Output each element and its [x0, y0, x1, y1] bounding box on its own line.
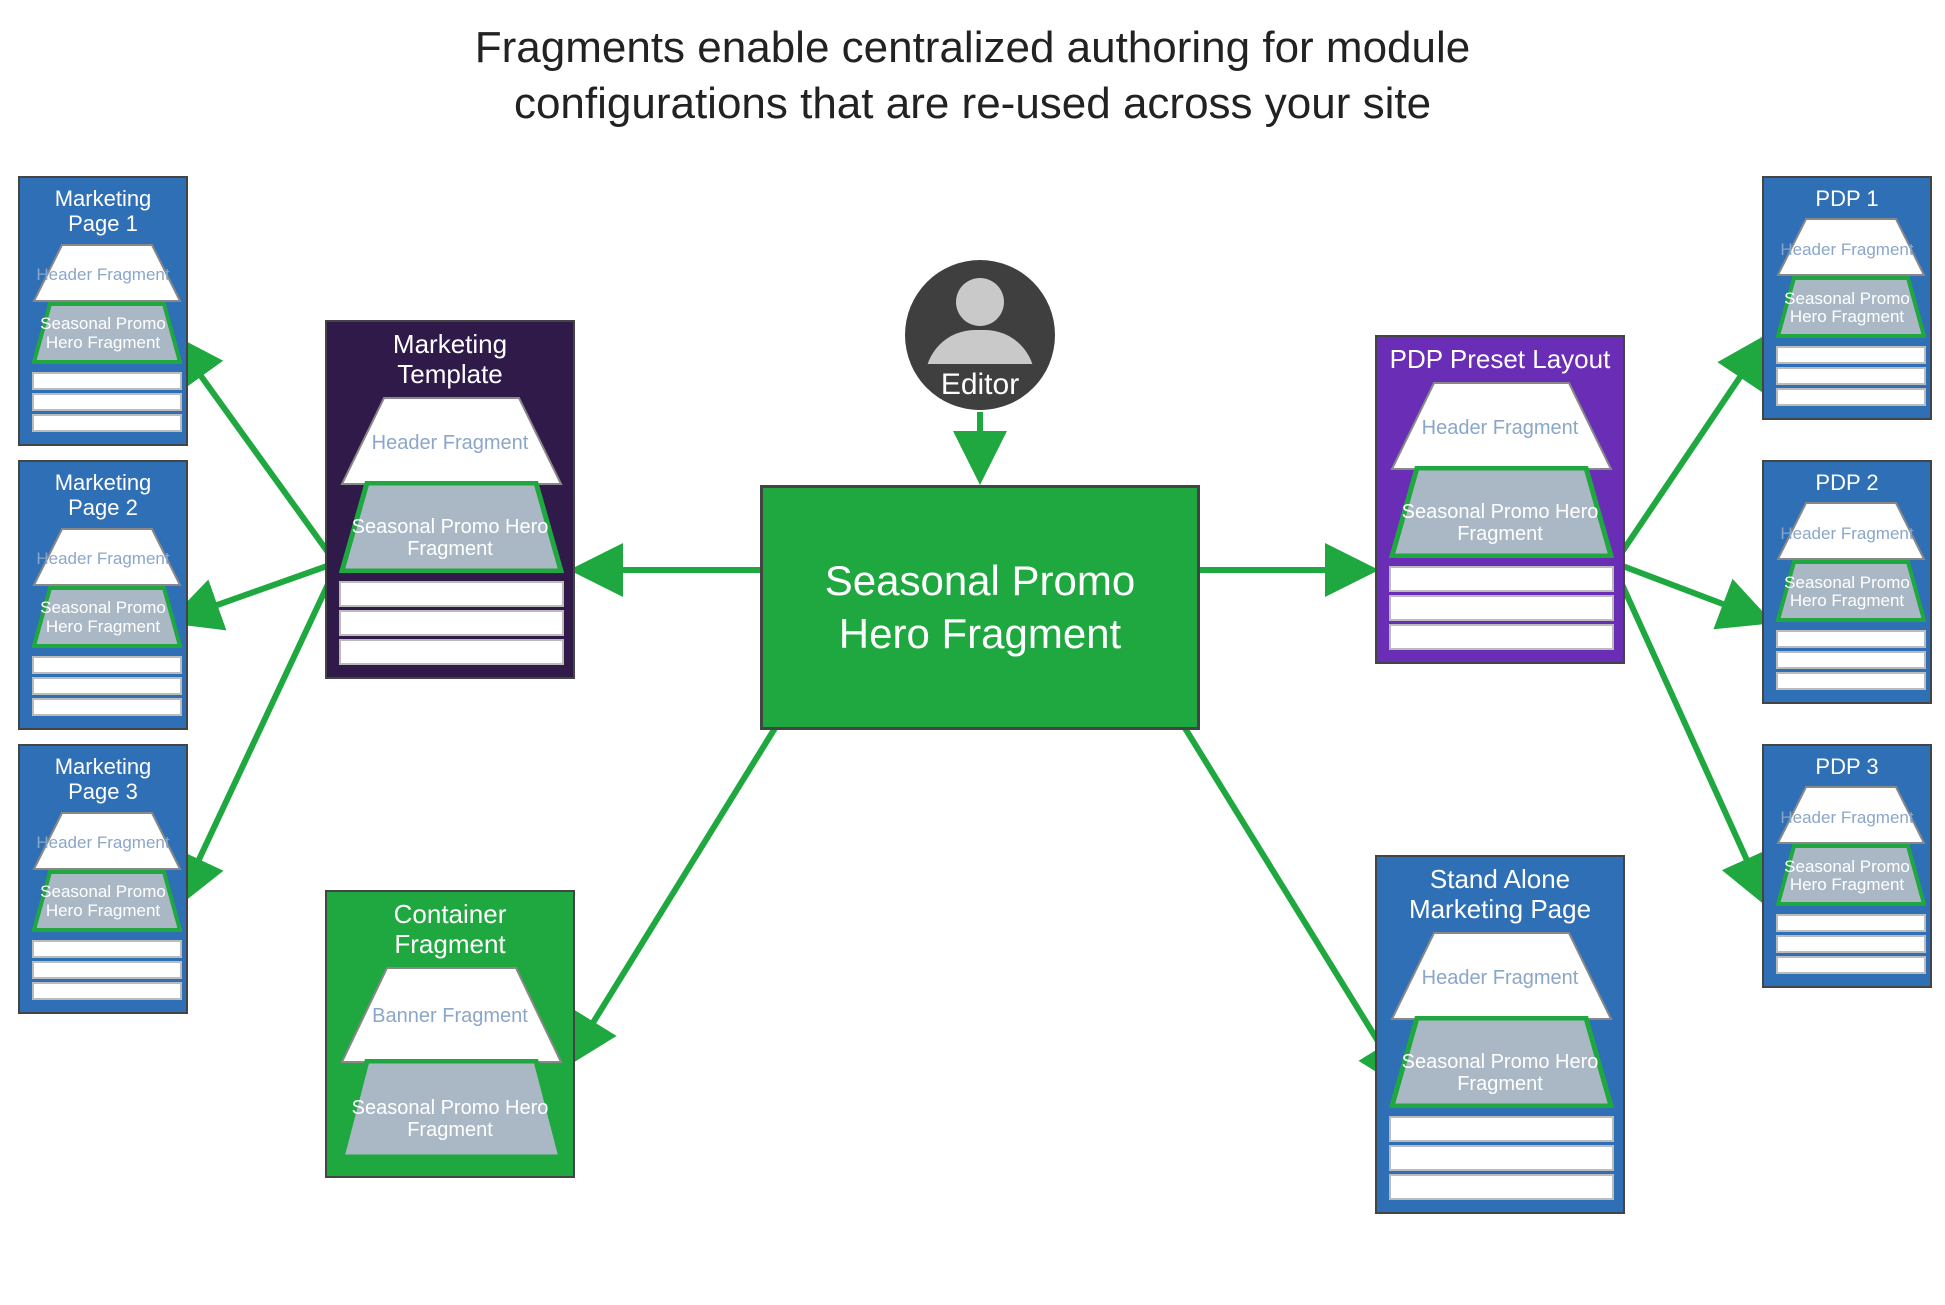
central-fragment-card: Seasonal Promo Hero Fragment	[760, 485, 1200, 730]
marketing-page-3: Marketing Page 3 Header Fragment Seasona…	[18, 744, 188, 1014]
card-title: PDP Preset Layout	[1389, 345, 1611, 375]
marketing-template: MarketingTemplate Header Fragment Season…	[325, 320, 575, 679]
pdp-page-2: PDP 2 Header Fragment Seasonal Promo Her…	[1762, 460, 1932, 704]
fragment-label: Seasonal Promo Hero Fragment	[32, 883, 174, 920]
editor-icon: Editor	[905, 260, 1055, 410]
card-title: PDP 1	[1776, 186, 1918, 211]
header-fragment: Header Fragment	[1776, 785, 1918, 850]
promo-fragment: Seasonal Promo Hero Fragment	[339, 481, 561, 578]
fragment-label: Header Fragment	[339, 432, 561, 454]
header-fragment: Header Fragment	[1776, 501, 1918, 566]
diagram-canvas: Fragments enable centralized authoring f…	[0, 0, 1945, 1305]
fragment-label: Header Fragment	[1389, 417, 1611, 439]
promo-fragment: Seasonal Promo Hero Fragment	[1776, 560, 1918, 627]
card-title: Marketing Page 3	[32, 754, 174, 805]
header-fragment: Header Fragment	[32, 811, 174, 876]
fragment-label: Seasonal Promo Hero Fragment	[1776, 858, 1918, 895]
header-fragment: Header Fragment	[32, 243, 174, 308]
fragment-label: Header Fragment	[32, 834, 174, 853]
card-title: MarketingTemplate	[339, 330, 561, 390]
header-fragment: Header Fragment	[339, 396, 561, 491]
fragment-label: Seasonal Promo Hero Fragment	[32, 599, 174, 636]
promo-fragment: Seasonal Promo Hero Fragment	[1776, 844, 1918, 911]
central-fragment-line1: Seasonal Promo	[825, 557, 1136, 604]
promo-fragment: Seasonal Promo Hero Fragment	[32, 870, 174, 937]
user-icon: Editor	[905, 260, 1055, 410]
pdp-preset-layout: PDP Preset Layout Header Fragment Season…	[1375, 335, 1625, 664]
card-title: Marketing Page 1	[32, 186, 174, 237]
fragment-label: Banner Fragment	[339, 1005, 561, 1027]
card-title: Marketing Page 2	[32, 470, 174, 521]
fragment-label: Header Fragment	[32, 550, 174, 569]
fragment-label: Seasonal Promo Hero Fragment	[1776, 574, 1918, 611]
header-fragment: Header Fragment	[1776, 217, 1918, 282]
promo-fragment: Seasonal Promo Hero Fragment	[339, 1059, 561, 1164]
fragment-label: Seasonal Promo Hero Fragment	[339, 1097, 561, 1141]
fragment-label: Header Fragment	[1776, 809, 1918, 828]
card-title: PDP 3	[1776, 754, 1918, 779]
fragment-label: Header Fragment	[32, 266, 174, 285]
promo-fragment: Seasonal Promo Hero Fragment	[1776, 276, 1918, 343]
promo-fragment: Seasonal Promo Hero Fragment	[32, 302, 174, 369]
fragment-label: Seasonal Promo Hero Fragment	[32, 315, 174, 352]
header-fragment: Header Fragment	[1389, 381, 1611, 476]
fragment-label: Seasonal Promo Hero Fragment	[1389, 1051, 1611, 1095]
header-fragment: Header Fragment	[1389, 931, 1611, 1026]
fragment-label: Header Fragment	[1776, 525, 1918, 544]
fragment-label: Header Fragment	[1389, 967, 1611, 989]
promo-fragment: Seasonal Promo Hero Fragment	[1389, 466, 1611, 563]
container-fragment: Container Fragment Banner Fragment Seaso…	[325, 890, 575, 1178]
fragment-label: Header Fragment	[1776, 241, 1918, 260]
card-title: Stand AloneMarketing Page	[1389, 865, 1611, 925]
standalone-marketing-page: Stand AloneMarketing Page Header Fragmen…	[1375, 855, 1625, 1214]
diagram-title-line1: Fragments enable centralized authoring f…	[0, 22, 1945, 75]
pdp-page-3: PDP 3 Header Fragment Seasonal Promo Her…	[1762, 744, 1932, 988]
promo-fragment: Seasonal Promo Hero Fragment	[32, 586, 174, 653]
card-title: Container Fragment	[339, 900, 561, 960]
header-fragment: Header Fragment	[32, 527, 174, 592]
banner-fragment: Banner Fragment	[339, 966, 561, 1069]
promo-fragment: Seasonal Promo Hero Fragment	[1389, 1016, 1611, 1113]
fragment-label: Seasonal Promo Hero Fragment	[1776, 290, 1918, 327]
diagram-title-line2: configurations that are re-used across y…	[0, 78, 1945, 131]
marketing-page-1: Marketing Page 1 Header Fragment Seasona…	[18, 176, 188, 446]
marketing-page-2: Marketing Page 2 Header Fragment Seasona…	[18, 460, 188, 730]
card-title: PDP 2	[1776, 470, 1918, 495]
pdp-page-1: PDP 1 Header Fragment Seasonal Promo Her…	[1762, 176, 1932, 420]
fragment-label: Seasonal Promo Hero Fragment	[339, 516, 561, 560]
central-fragment-line2: Hero Fragment	[839, 610, 1121, 657]
fragment-label: Seasonal Promo Hero Fragment	[1389, 501, 1611, 545]
editor-label: Editor	[905, 364, 1055, 410]
